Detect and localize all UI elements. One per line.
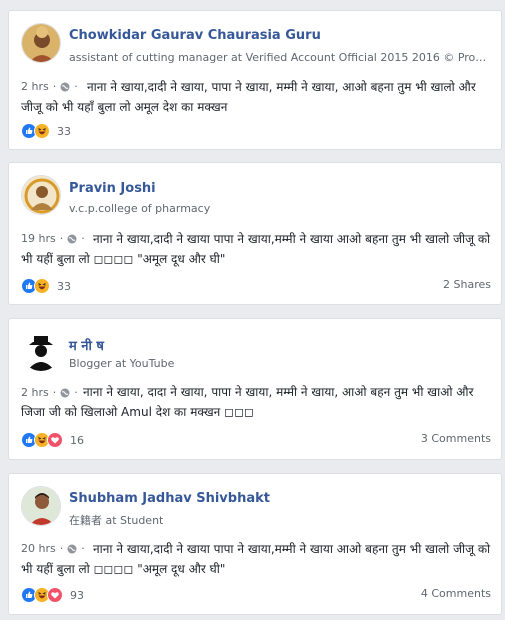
haha-icon [34,123,50,139]
author-subtitle[interactable]: v.c.p.college of pharmacy [69,202,210,215]
comments-count[interactable]: 4 Comments [421,587,491,600]
author-name[interactable]: म नी ष [69,336,104,354]
author-subtitle[interactable]: assistant of cutting manager at Verified… [69,51,489,64]
post-text: नाना ने खाया, दादा ने खाया, पापा ने खाया… [21,385,474,419]
avatar[interactable] [21,23,61,63]
author-subtitle[interactable]: Blogger at YouTube [69,357,174,370]
reaction-bar[interactable]: 33 [21,123,71,139]
avatar[interactable] [21,175,61,215]
post-card: Chowkidar Gaurav Chaurasia Guru assistan… [8,10,502,150]
shares-count[interactable]: 2 Shares [443,278,491,291]
reaction-count[interactable]: 93 [70,589,84,602]
post-text: नाना ने खाया,दादी ने खाया पापा ने खाया,म… [21,542,491,576]
haha-icon [34,278,50,294]
author-subtitle[interactable]: 在籍者 at Student [69,512,163,528]
post-card: Pravin Joshi v.c.p.college of pharmacy 1… [8,162,502,305]
author-name[interactable]: Pravin Joshi [69,181,156,196]
reaction-bar[interactable]: 16 [21,432,84,448]
love-icon [47,432,63,448]
reaction-count[interactable]: 33 [57,125,71,138]
comments-count[interactable]: 3 Comments [421,432,491,445]
reaction-bar[interactable]: 93 [21,587,84,603]
reaction-count[interactable]: 33 [57,280,71,293]
avatar[interactable] [21,486,61,526]
avatar[interactable] [21,331,61,371]
post-feed: Chowkidar Gaurav Chaurasia Guru assistan… [0,0,505,620]
post-text: नाना ने खाया,दादी ने खाया, पापा ने खाया,… [21,80,476,114]
reaction-count[interactable]: 16 [70,434,84,447]
author-name[interactable]: Shubham Jadhav Shivbhakt [69,491,270,506]
post-card: म नी ष Blogger at YouTube 2 hrs · · नाना… [8,318,502,460]
reaction-bar[interactable]: 33 [21,278,71,294]
love-icon [47,587,63,603]
post-text: नाना ने खाया,दादी ने खाया पापा ने खाया,म… [21,232,491,266]
post-card: Shubham Jadhav Shivbhakt 在籍者 at Student … [8,473,502,615]
author-name[interactable]: Chowkidar Gaurav Chaurasia Guru [69,28,321,43]
